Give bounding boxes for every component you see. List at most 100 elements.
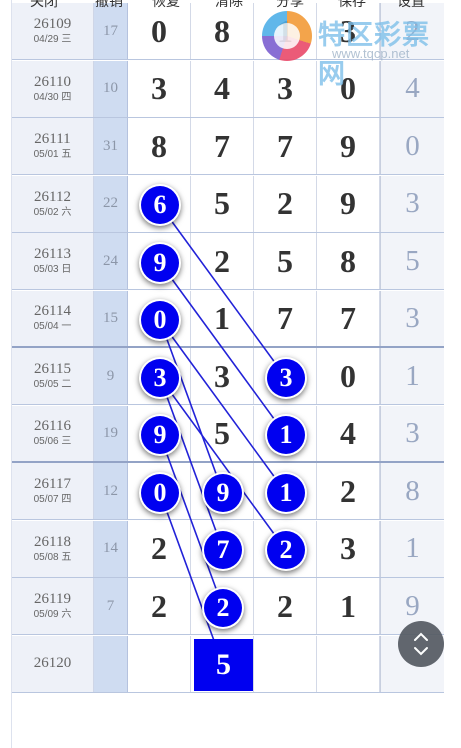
period-cell: 26113 05/03 日 — [12, 233, 94, 289]
digit-cell[interactable]: 4 — [191, 60, 254, 117]
digit-cell[interactable]: 8 — [191, 3, 254, 59]
period-number: 26111 — [34, 131, 71, 147]
logo-icon — [262, 11, 312, 61]
chevron-up-down-icon — [414, 632, 428, 656]
highlight-ball[interactable]: 1 — [267, 416, 305, 455]
extra-cell: 3 — [380, 290, 444, 346]
right-margin — [444, 0, 461, 748]
logo-url: www.tqcp.net — [332, 46, 410, 61]
highlight-ball[interactable]: 2 — [267, 531, 305, 570]
undo-button[interactable]: 撤销 — [95, 0, 123, 11]
digit-cell[interactable]: 2 — [191, 233, 254, 289]
highlight-ball[interactable]: 6 — [141, 186, 179, 225]
digit-cell[interactable]: 4 — [317, 405, 380, 461]
period-number: 26120 — [33, 655, 72, 671]
period-number: 26112 — [34, 188, 71, 205]
digit-cell[interactable]: 7 — [254, 118, 317, 174]
period-date: 05/07 四 — [33, 494, 72, 505]
next-draw-highlight: 5 — [194, 639, 253, 691]
period-date: 04/29 三 — [33, 34, 72, 45]
span-cell: 14 — [94, 520, 128, 577]
digit-cell[interactable]: 2 — [254, 578, 317, 634]
trend-grid: 2610904/29 三17081322611004/30 四103430426… — [0, 0, 461, 748]
extra-cell: 1 — [380, 520, 444, 577]
period-date: 05/02 六 — [33, 206, 72, 218]
digit-cell[interactable]: 3 — [317, 520, 380, 577]
close-button[interactable]: 关闭 — [30, 0, 58, 11]
period-date: 05/09 六 — [33, 609, 72, 620]
digit-cell[interactable]: 8 — [128, 118, 191, 174]
period-date: 05/06 三 — [33, 436, 72, 447]
digit-cell[interactable]: 2 — [128, 520, 191, 577]
digit-cell[interactable]: 3 — [191, 348, 254, 404]
period-cell: 26115 05/05 二 — [12, 348, 94, 404]
table-row: 2611505/05 二933301 — [0, 348, 461, 405]
digit-cell[interactable]: 7 — [191, 118, 254, 174]
digit-cell[interactable]: 3 — [128, 60, 191, 117]
digit-cell[interactable]: 9 — [317, 118, 380, 174]
extra-cell: 1 — [380, 348, 444, 404]
period-date: 04/30 四 — [33, 91, 72, 103]
digit-cell[interactable]: 1 — [317, 578, 380, 634]
span-cell: 24 — [94, 233, 128, 289]
period-number: 26115 — [34, 361, 71, 377]
highlight-ball[interactable]: 1 — [267, 473, 305, 512]
digit-cell[interactable]: 9 — [317, 175, 380, 232]
toolbar: 关闭 撤销 恢复 清除 分享 保存 设置 — [0, 0, 461, 11]
span-cell: 31 — [94, 118, 128, 174]
digit-cell[interactable]: 2 — [128, 578, 191, 634]
extra-cell: 3 — [380, 175, 444, 232]
span-cell: 15 — [94, 290, 128, 346]
extra-cell: 3 — [380, 405, 444, 461]
extra-cell: 0 — [380, 118, 444, 174]
digit-cell[interactable]: 2 — [317, 463, 380, 519]
period-number: 26114 — [34, 303, 71, 319]
period-number: 26110 — [34, 73, 71, 90]
highlight-ball[interactable]: 0 — [141, 301, 179, 340]
digit-cell[interactable]: 7 — [317, 290, 380, 346]
period-cell: 26111 05/01 五 — [12, 118, 94, 174]
digit-cell[interactable]: 5 — [191, 175, 254, 232]
span-cell: 17 — [94, 3, 128, 59]
highlight-ball[interactable]: 9 — [141, 243, 179, 282]
digit-cell[interactable]: 5 — [191, 405, 254, 461]
left-margin — [0, 0, 12, 748]
highlight-ball[interactable]: 9 — [141, 416, 179, 455]
period-number: 26113 — [34, 246, 71, 262]
digit-cell[interactable] — [317, 635, 380, 692]
watermark-logo: 特区彩票网 www.tqcp.net — [262, 9, 452, 90]
digit-cell[interactable]: 7 — [254, 290, 317, 346]
span-cell — [94, 635, 128, 692]
digit-cell[interactable]: 1 — [191, 290, 254, 346]
scroll-toggle-button[interactable] — [398, 621, 444, 667]
digit-cell[interactable]: 5 — [254, 233, 317, 289]
digit-cell[interactable] — [128, 635, 191, 692]
digit-cell[interactable]: 3 — [254, 60, 317, 117]
highlight-ball[interactable]: 2 — [204, 588, 242, 627]
redo-button[interactable]: 恢复 — [152, 0, 180, 11]
digit-cell[interactable]: 2 — [254, 175, 317, 232]
period-number: 26109 — [33, 16, 72, 32]
highlight-ball[interactable]: 3 — [141, 358, 179, 397]
highlight-ball[interactable]: 0 — [141, 473, 179, 512]
highlight-ball[interactable]: 3 — [267, 358, 305, 397]
period-number: 26116 — [34, 418, 71, 434]
highlight-ball[interactable]: 9 — [204, 473, 242, 512]
digit-cell[interactable]: 0 — [317, 348, 380, 404]
period-number: 26117 — [34, 476, 71, 492]
digit-cell[interactable]: 0 — [128, 3, 191, 59]
period-cell: 26118 05/08 五 — [12, 520, 94, 577]
period-cell: 26116 05/06 三 — [12, 405, 94, 461]
period-date: 05/08 五 — [33, 551, 72, 563]
period-date: 05/03 日 — [33, 264, 72, 275]
digit-cell[interactable]: 8 — [317, 233, 380, 289]
period-cell: 26109 04/29 三 — [12, 3, 94, 59]
period-date: 05/01 五 — [33, 149, 72, 160]
highlight-ball[interactable]: 7 — [204, 531, 242, 570]
span-cell: 22 — [94, 175, 128, 232]
clear-button[interactable]: 清除 — [215, 0, 243, 11]
period-cell: 26120 — [12, 635, 94, 692]
period-cell: 26114 05/04 一 — [12, 290, 94, 346]
period-date: 05/05 二 — [33, 379, 72, 390]
digit-cell[interactable] — [254, 635, 317, 692]
